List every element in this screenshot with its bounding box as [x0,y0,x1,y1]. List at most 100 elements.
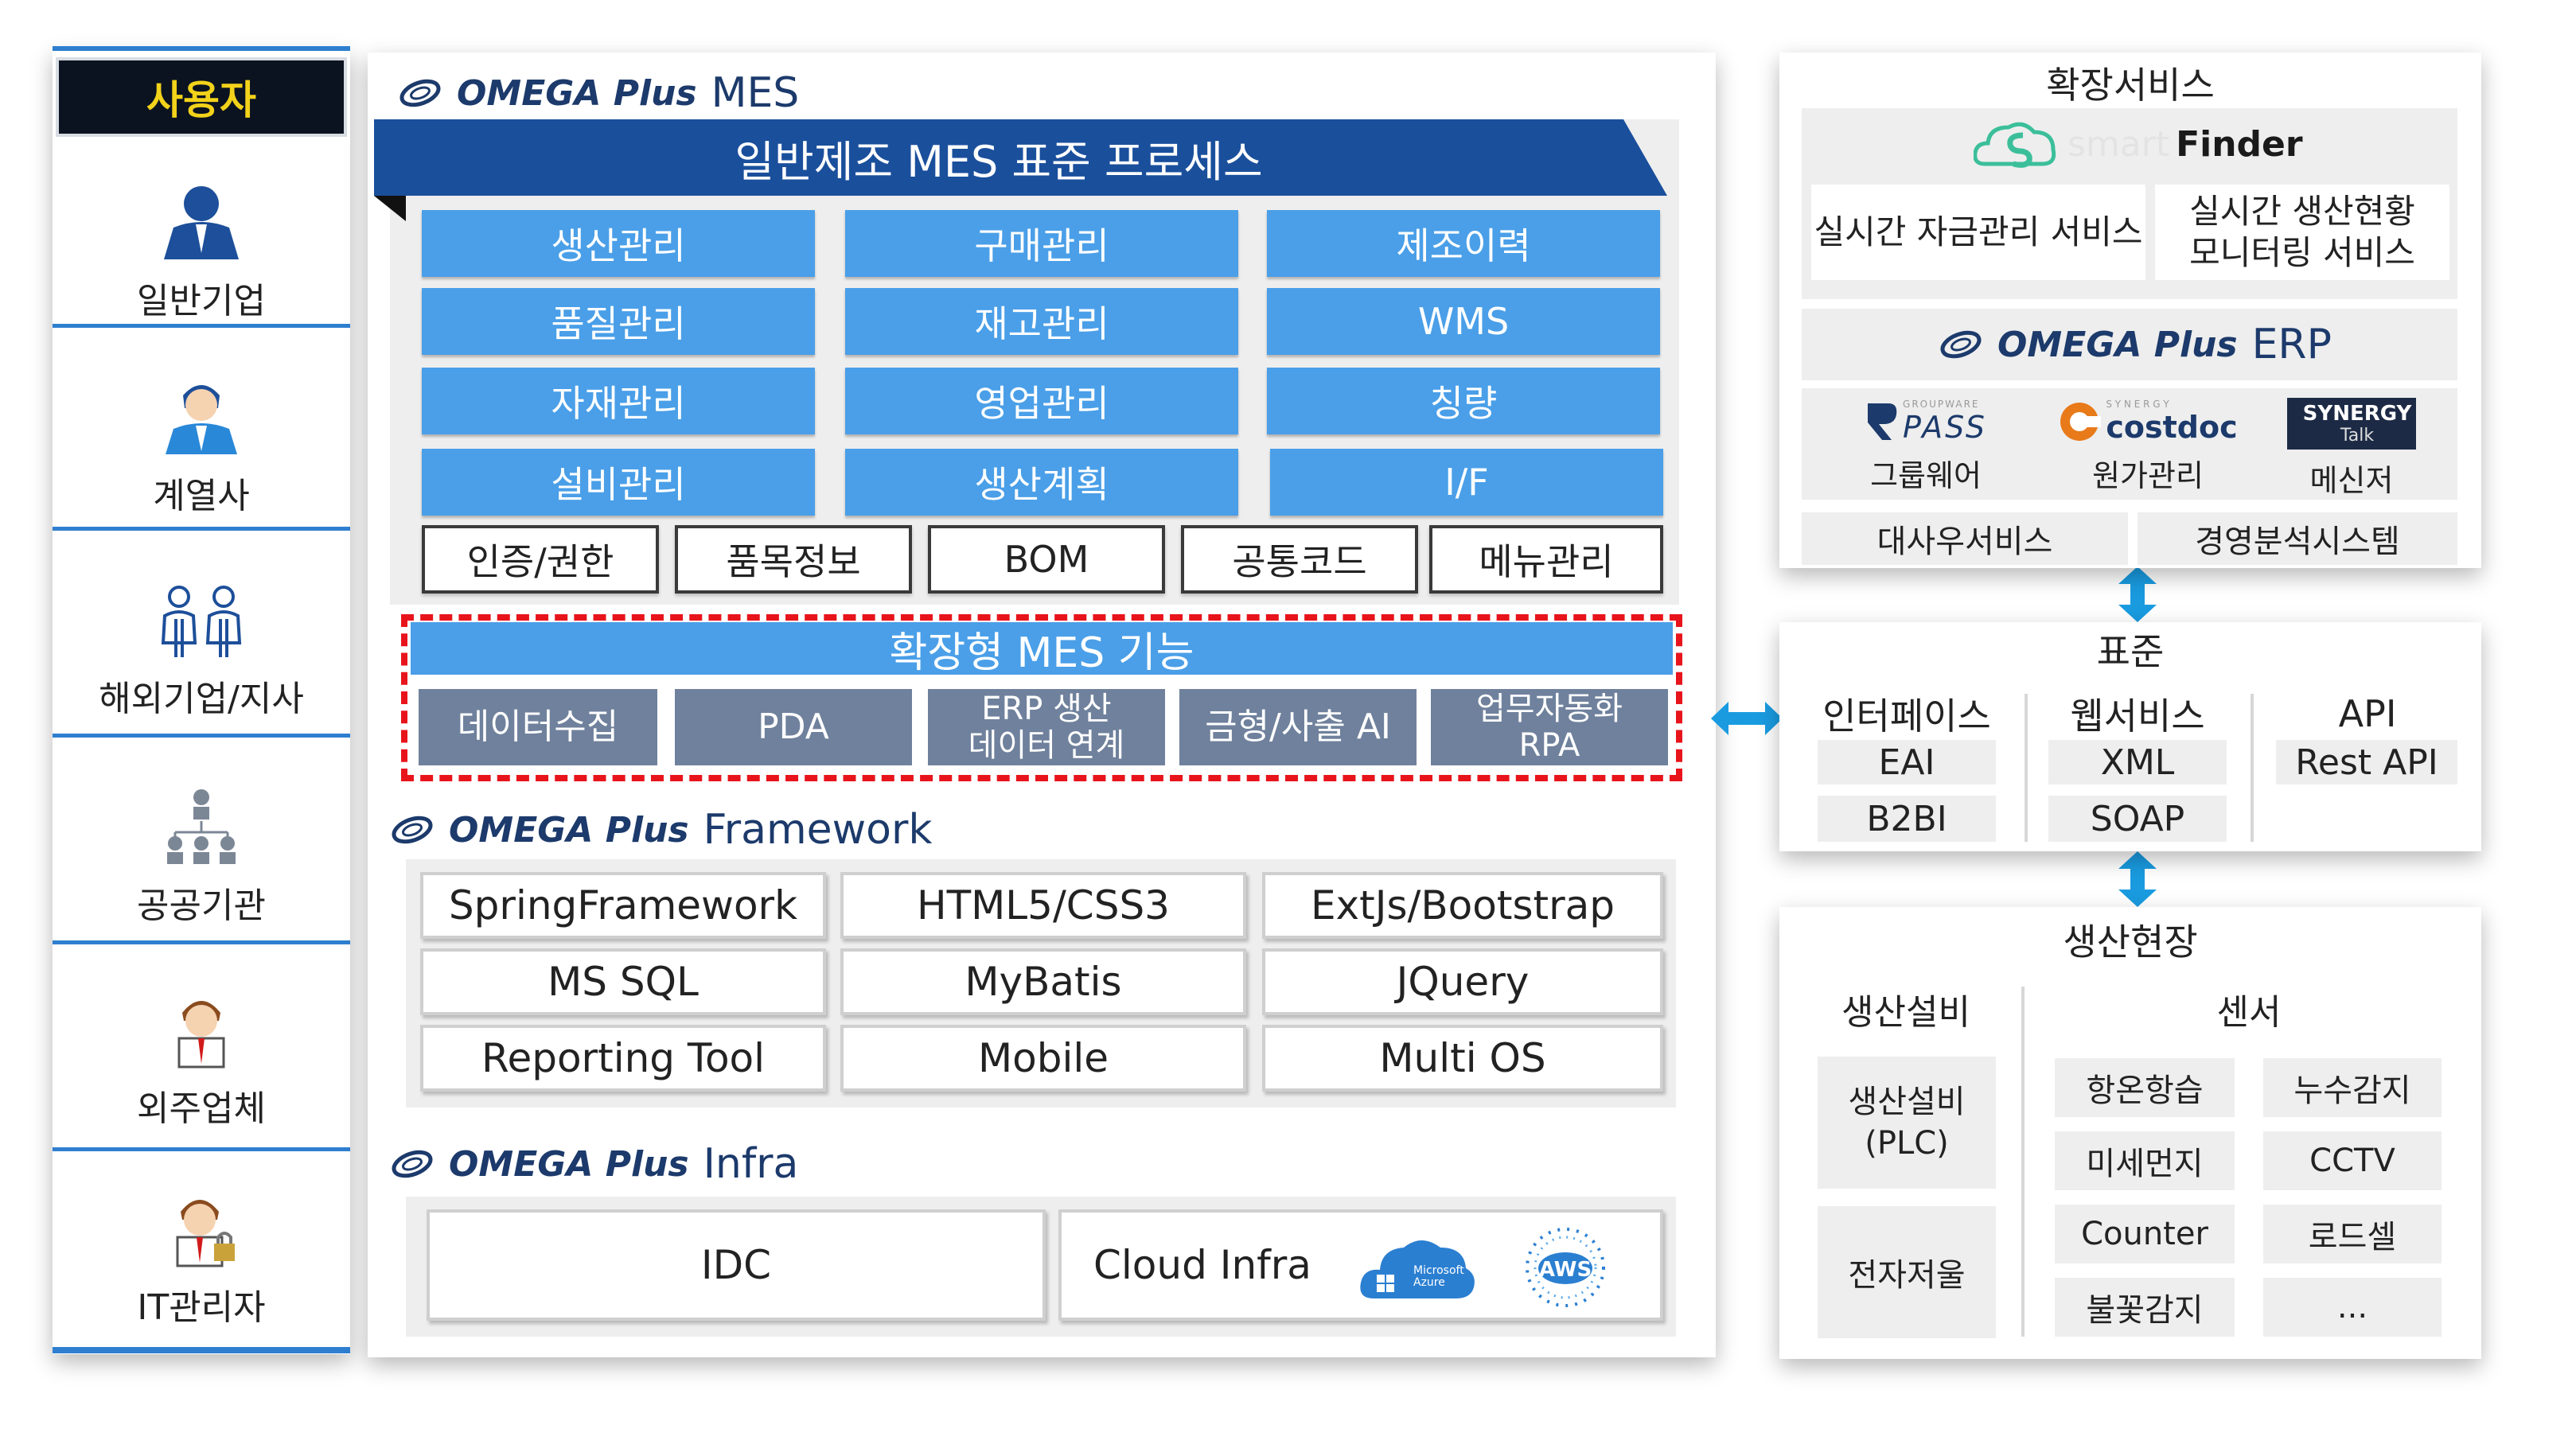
framework-item[interactable]: SpringFramework [420,872,826,939]
standard-item[interactable]: SOAP [2048,796,2227,842]
pass-logo-icon [1868,403,1897,440]
standard-item[interactable]: EAI [1818,740,1996,784]
sensor-item[interactable]: 항온항습 [2055,1058,2235,1117]
extended-item[interactable]: PDA [675,689,912,765]
analysis-system-box[interactable]: 경영분석시스템 [2138,512,2457,565]
mes-brand-title: OMEGA Plus MES [398,65,799,121]
user-item-it-admin: IT관리자 [53,1163,350,1354]
base-module[interactable]: 품목정보 [675,525,912,594]
erp-app-pass[interactable]: GROUPWARE PASS 그룹웨어 [1830,395,2021,498]
module-button[interactable]: WMS [1267,288,1660,355]
module-button[interactable]: 품질관리 [422,288,815,355]
base-module[interactable]: 인증/권한 [422,525,659,594]
base-module[interactable]: 공통코드 [1181,525,1418,594]
extended-item[interactable]: ERP 생산 데이터 연계 [928,689,1165,765]
contractor-person-icon [177,1001,225,1069]
costdoc-logo-text: costdoc [2106,409,2238,445]
module-button[interactable]: I/F [1270,449,1663,516]
erp-app-costdoc[interactable]: S Y N E R G Y costdoc 원가관리 [2048,395,2247,498]
erp-app-synergy-talk[interactable]: SYNERGY Talk 메신저 [2276,398,2427,500]
user-item-general: 일반기업 [53,153,350,352]
service-realtime-production[interactable]: 실시간 생산현황 모니터링 서비스 [2155,185,2449,280]
standard-header: 인터페이스 [1822,695,1991,738]
framework-item[interactable]: MyBatis [840,948,1246,1015]
pass-logo-text: PASS [1903,409,1987,445]
sensor-item[interactable]: 누수감지 [2263,1058,2442,1117]
divider [2021,987,2025,1337]
module-button[interactable]: 자재관리 [422,368,815,434]
user-panel: 사용자 일반기업 계열사 해외기업/지사 공공기관 외주업체 IT관리자 [53,46,350,1354]
erp-app-label: 그룹웨어 [1870,457,1982,493]
framework-item[interactable]: Multi OS [1262,1025,1663,1092]
sensor-item[interactable]: CCTV [2263,1131,2442,1190]
framework-item[interactable]: MS SQL [420,948,826,1015]
standard-item[interactable]: B2BI [1818,796,1996,842]
business-person-icon [164,186,239,259]
divider [2025,694,2028,842]
divider [53,324,350,328]
standard-field-connector-arrow [2118,851,2157,907]
standard-header: API [2338,692,2397,735]
brand-word: Infra [703,1140,799,1188]
user-item-affiliate: 계열사 [53,344,350,551]
sensor-item[interactable]: 불꽃감지 [2055,1278,2235,1337]
brand-word: ERP [2251,321,2332,368]
smartfinder-logo: smart Finder [1974,116,2303,172]
equipment-header: 생산설비 [1841,992,1970,1033]
equipment-item[interactable]: 생산설비 (PLC) [1818,1057,1996,1189]
module-button[interactable]: 칭량 [1267,368,1660,434]
sensor-item[interactable]: ... [2263,1278,2442,1337]
user-item-contractor: 외주업체 [53,960,350,1159]
extended-item[interactable]: 업무자동화 RPA [1431,689,1668,765]
sensor-item[interactable]: 로드셀 [2263,1205,2442,1263]
module-button[interactable]: 영업관리 [845,368,1238,434]
framework-item[interactable]: Reporting Tool [420,1025,826,1092]
standard-item[interactable]: XML [2048,740,2227,784]
standard-item[interactable]: Rest API [2276,740,2457,784]
equipment-item[interactable]: 전자저울 [1818,1206,1996,1338]
extended-mes-title: 확장형 MES 기능 [411,622,1673,677]
extension-title: 확장서비스 [2046,64,2215,107]
production-field-title: 생산현장 [2063,921,2198,964]
org-hierarchy-icon [167,789,236,864]
base-module[interactable]: 메뉴관리 [1429,525,1663,594]
standard-header: 웹서비스 [2070,695,2205,738]
erp-app-label: 원가관리 [2092,457,2204,493]
user-label: 해외기업/지사 [99,679,304,719]
framework-item[interactable]: HTML5/CSS3 [840,872,1246,939]
synergy-talk-logo: SYNERGY Talk [2287,398,2416,450]
service-realtime-finance[interactable]: 실시간 자금관리 서비스 [1811,185,2145,280]
standard-title: 표준 [2096,630,2165,673]
extended-item[interactable]: 데이터수집 [419,689,657,765]
smartfinder-icon [1974,122,2056,168]
user-label: 계열사 [153,476,250,516]
module-button[interactable]: 재고관리 [845,288,1238,355]
divider [53,940,350,944]
omega-swirl-icon [1940,330,1982,359]
module-button[interactable]: 생산계획 [845,449,1238,516]
synergy-logo-text: SYNERGY [2302,402,2412,426]
omega-swirl-icon [392,816,433,844]
sensor-item[interactable]: 미세먼지 [2055,1131,2235,1190]
module-button[interactable]: 제조이력 [1267,210,1660,277]
framework-item[interactable]: Mobile [840,1025,1246,1092]
extended-item[interactable]: 금형/사출 AI [1179,689,1417,765]
framework-item[interactable]: JQuery [1262,948,1663,1015]
infra-idc-box[interactable]: IDC [427,1209,1046,1321]
office-service-box[interactable]: 대사우서비스 [1802,512,2128,565]
omega-swirl-icon [392,1150,433,1178]
module-button[interactable]: 설비관리 [422,449,815,516]
user-label: 공공기관 [137,886,266,926]
framework-brand-title: OMEGA Plus Framework [390,802,932,858]
aws-logo-text: AWS [1538,1258,1592,1282]
module-button[interactable]: 구매관리 [845,210,1238,277]
overseas-group-icon [161,586,242,657]
module-button[interactable]: 생산관리 [422,210,815,277]
user-label: 일반기업 [137,281,266,321]
sensor-item[interactable]: Counter [2055,1205,2235,1263]
azure-logo-text: Microsoft Azure [1413,1264,1464,1290]
base-module[interactable]: BOM [928,525,1165,594]
framework-item[interactable]: ExtJs/Bootstrap [1262,872,1663,939]
divider [53,46,350,51]
it-admin-person-icon [176,1200,235,1267]
